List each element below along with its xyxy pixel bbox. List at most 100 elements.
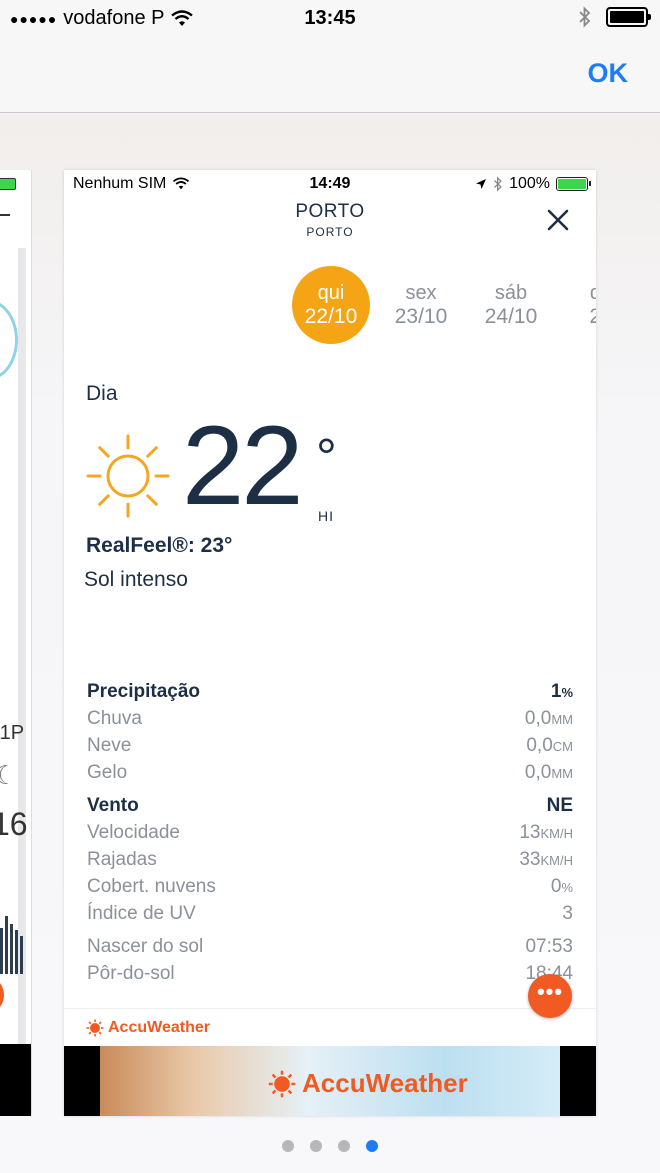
unit: % <box>561 684 573 700</box>
degree-symbol: ° <box>316 429 337 487</box>
detail-label: Índice de UV <box>87 902 196 924</box>
details-list: Precipitação 1% Chuva 0,0MM Neve 0,0CM G… <box>87 678 573 987</box>
value: 0,0 <box>524 707 552 729</box>
day-date: 25 <box>589 305 596 328</box>
page-dot[interactable] <box>310 1140 322 1152</box>
condition-text: Sol intenso <box>84 568 188 591</box>
accuweather-sun-icon <box>86 1019 104 1037</box>
more-options-button[interactable]: ••• <box>528 974 572 1018</box>
unit: CM <box>552 738 573 754</box>
detail-value: 3 <box>562 902 573 924</box>
region-name: PORTO <box>306 225 354 239</box>
detail-value: 1% <box>551 681 573 703</box>
unit: % <box>561 879 573 895</box>
dash-icon <box>0 214 10 216</box>
ad-logo: AccuWeather <box>268 1068 468 1099</box>
detail-label: Precipitação <box>87 680 200 702</box>
detail-label: Cobert. nuvens <box>87 875 216 897</box>
day-name: sex <box>405 282 437 304</box>
top-nav: OK <box>0 40 660 113</box>
detail-row-ice: Gelo 0,0MM <box>87 759 573 786</box>
detail-row-uv: Índice de UV 3 <box>87 900 573 927</box>
battery-icon <box>606 7 651 27</box>
detail-value: 07:53 <box>525 935 573 957</box>
detail-label: Velocidade <box>87 821 180 843</box>
value: 33 <box>519 848 541 870</box>
unit: KM/H <box>540 825 574 841</box>
brand-name: AccuWeather <box>108 1019 210 1036</box>
day-tab-2[interactable]: sáb 24/10 <box>472 266 550 344</box>
detail-row-cloud: Cobert. nuvens 0% <box>87 873 573 900</box>
value: 13 <box>519 821 541 843</box>
ad-banner[interactable]: AccuWeather <box>64 1046 596 1116</box>
detail-row-sunrise: Nascer do sol 07:53 <box>87 933 573 960</box>
unit: MM <box>551 765 573 781</box>
inner-status-bar: Nenhum SIM 14:49 100% <box>64 170 596 198</box>
day-tab-1[interactable]: sex 23/10 <box>382 266 460 344</box>
detail-row-snow: Neve 0,0CM <box>87 732 573 759</box>
close-icon[interactable] <box>544 206 572 234</box>
unit: KM/H <box>540 852 574 868</box>
brand-bar: AccuWeather <box>64 1008 596 1044</box>
day-selector: qui 22/10 sex 23/10 sáb 24/10 do 25 <box>292 266 596 344</box>
realfeel-text: RealFeel®: 23° <box>86 534 233 557</box>
city-header: PORTO PORTO <box>64 201 596 239</box>
period-label: Dia <box>86 382 118 405</box>
bluetooth-icon <box>579 6 591 28</box>
page-indicator[interactable] <box>0 1140 660 1152</box>
day-name: do <box>589 282 596 304</box>
detail-label: Vento <box>87 794 139 816</box>
battery-icon <box>0 178 16 190</box>
left-card-status <box>0 170 31 244</box>
left-preview-card[interactable]: 11P ☾ 16 <box>0 170 32 1116</box>
accuweather-logo: AccuWeather <box>86 1019 210 1037</box>
day-date: 22/10 <box>304 305 358 328</box>
value: 0,0 <box>526 734 553 756</box>
detail-label: Nascer do sol <box>87 935 204 957</box>
detail-value: NE <box>546 794 573 816</box>
day-date: 23/10 <box>394 305 448 328</box>
day-tab-0[interactable]: qui 22/10 <box>292 266 370 344</box>
left-card-value: 16 <box>0 806 28 842</box>
hi-label: HI <box>318 508 334 524</box>
detail-value: 0,0MM <box>525 708 573 730</box>
detail-row-speed: Velocidade 13KM/H <box>87 819 573 846</box>
ad-brand-name: AccuWeather <box>302 1068 468 1098</box>
detail-label: Gelo <box>87 761 128 783</box>
day-date: 24/10 <box>484 305 538 328</box>
value: 1 <box>550 680 562 702</box>
detail-label: Neve <box>87 734 132 756</box>
moon-icon: ☾ <box>0 760 17 791</box>
page-dot[interactable] <box>282 1140 294 1152</box>
detail-value: 13KM/H <box>519 822 573 844</box>
bluetooth-icon <box>494 176 502 192</box>
accuweather-sun-icon <box>268 1070 296 1097</box>
unit: MM <box>551 711 573 727</box>
page-dot[interactable] <box>338 1140 350 1152</box>
page-dot-active[interactable] <box>366 1140 378 1152</box>
weather-detail-card[interactable]: Nenhum SIM 14:49 100% PORTO PORTO qui 22… <box>64 170 596 1116</box>
value: 0 <box>550 875 562 897</box>
detail-value: 0,0CM <box>526 735 573 757</box>
detail-row-rain: Chuva 0,0MM <box>87 705 573 732</box>
status-time: 13:45 <box>304 7 356 29</box>
detail-value: 33KM/H <box>519 849 573 871</box>
battery-icon <box>556 177 591 191</box>
detail-row-wind: Vento NE <box>87 792 573 819</box>
detail-value: 0,0MM <box>525 762 573 784</box>
location-arrow-icon <box>476 179 487 189</box>
day-tab-3[interactable]: do 25 <box>562 266 596 344</box>
detail-label: Chuva <box>87 707 142 729</box>
left-card-text: 11P <box>0 722 25 744</box>
left-card-bars <box>0 910 26 974</box>
status-bar: ●●●●● vodafone P 13:45 <box>0 0 660 40</box>
detail-row-sunset: Pôr-do-sol 18:44 <box>87 960 573 987</box>
detail-label: Rajadas <box>87 848 157 870</box>
detail-value: 0% <box>551 876 573 898</box>
value: 0,0 <box>524 761 552 783</box>
temperature-value: 22 <box>182 403 304 528</box>
day-name: qui <box>317 282 345 304</box>
ok-button[interactable]: OK <box>588 58 629 89</box>
day-name: sáb <box>494 282 528 304</box>
city-name: PORTO <box>295 201 365 222</box>
